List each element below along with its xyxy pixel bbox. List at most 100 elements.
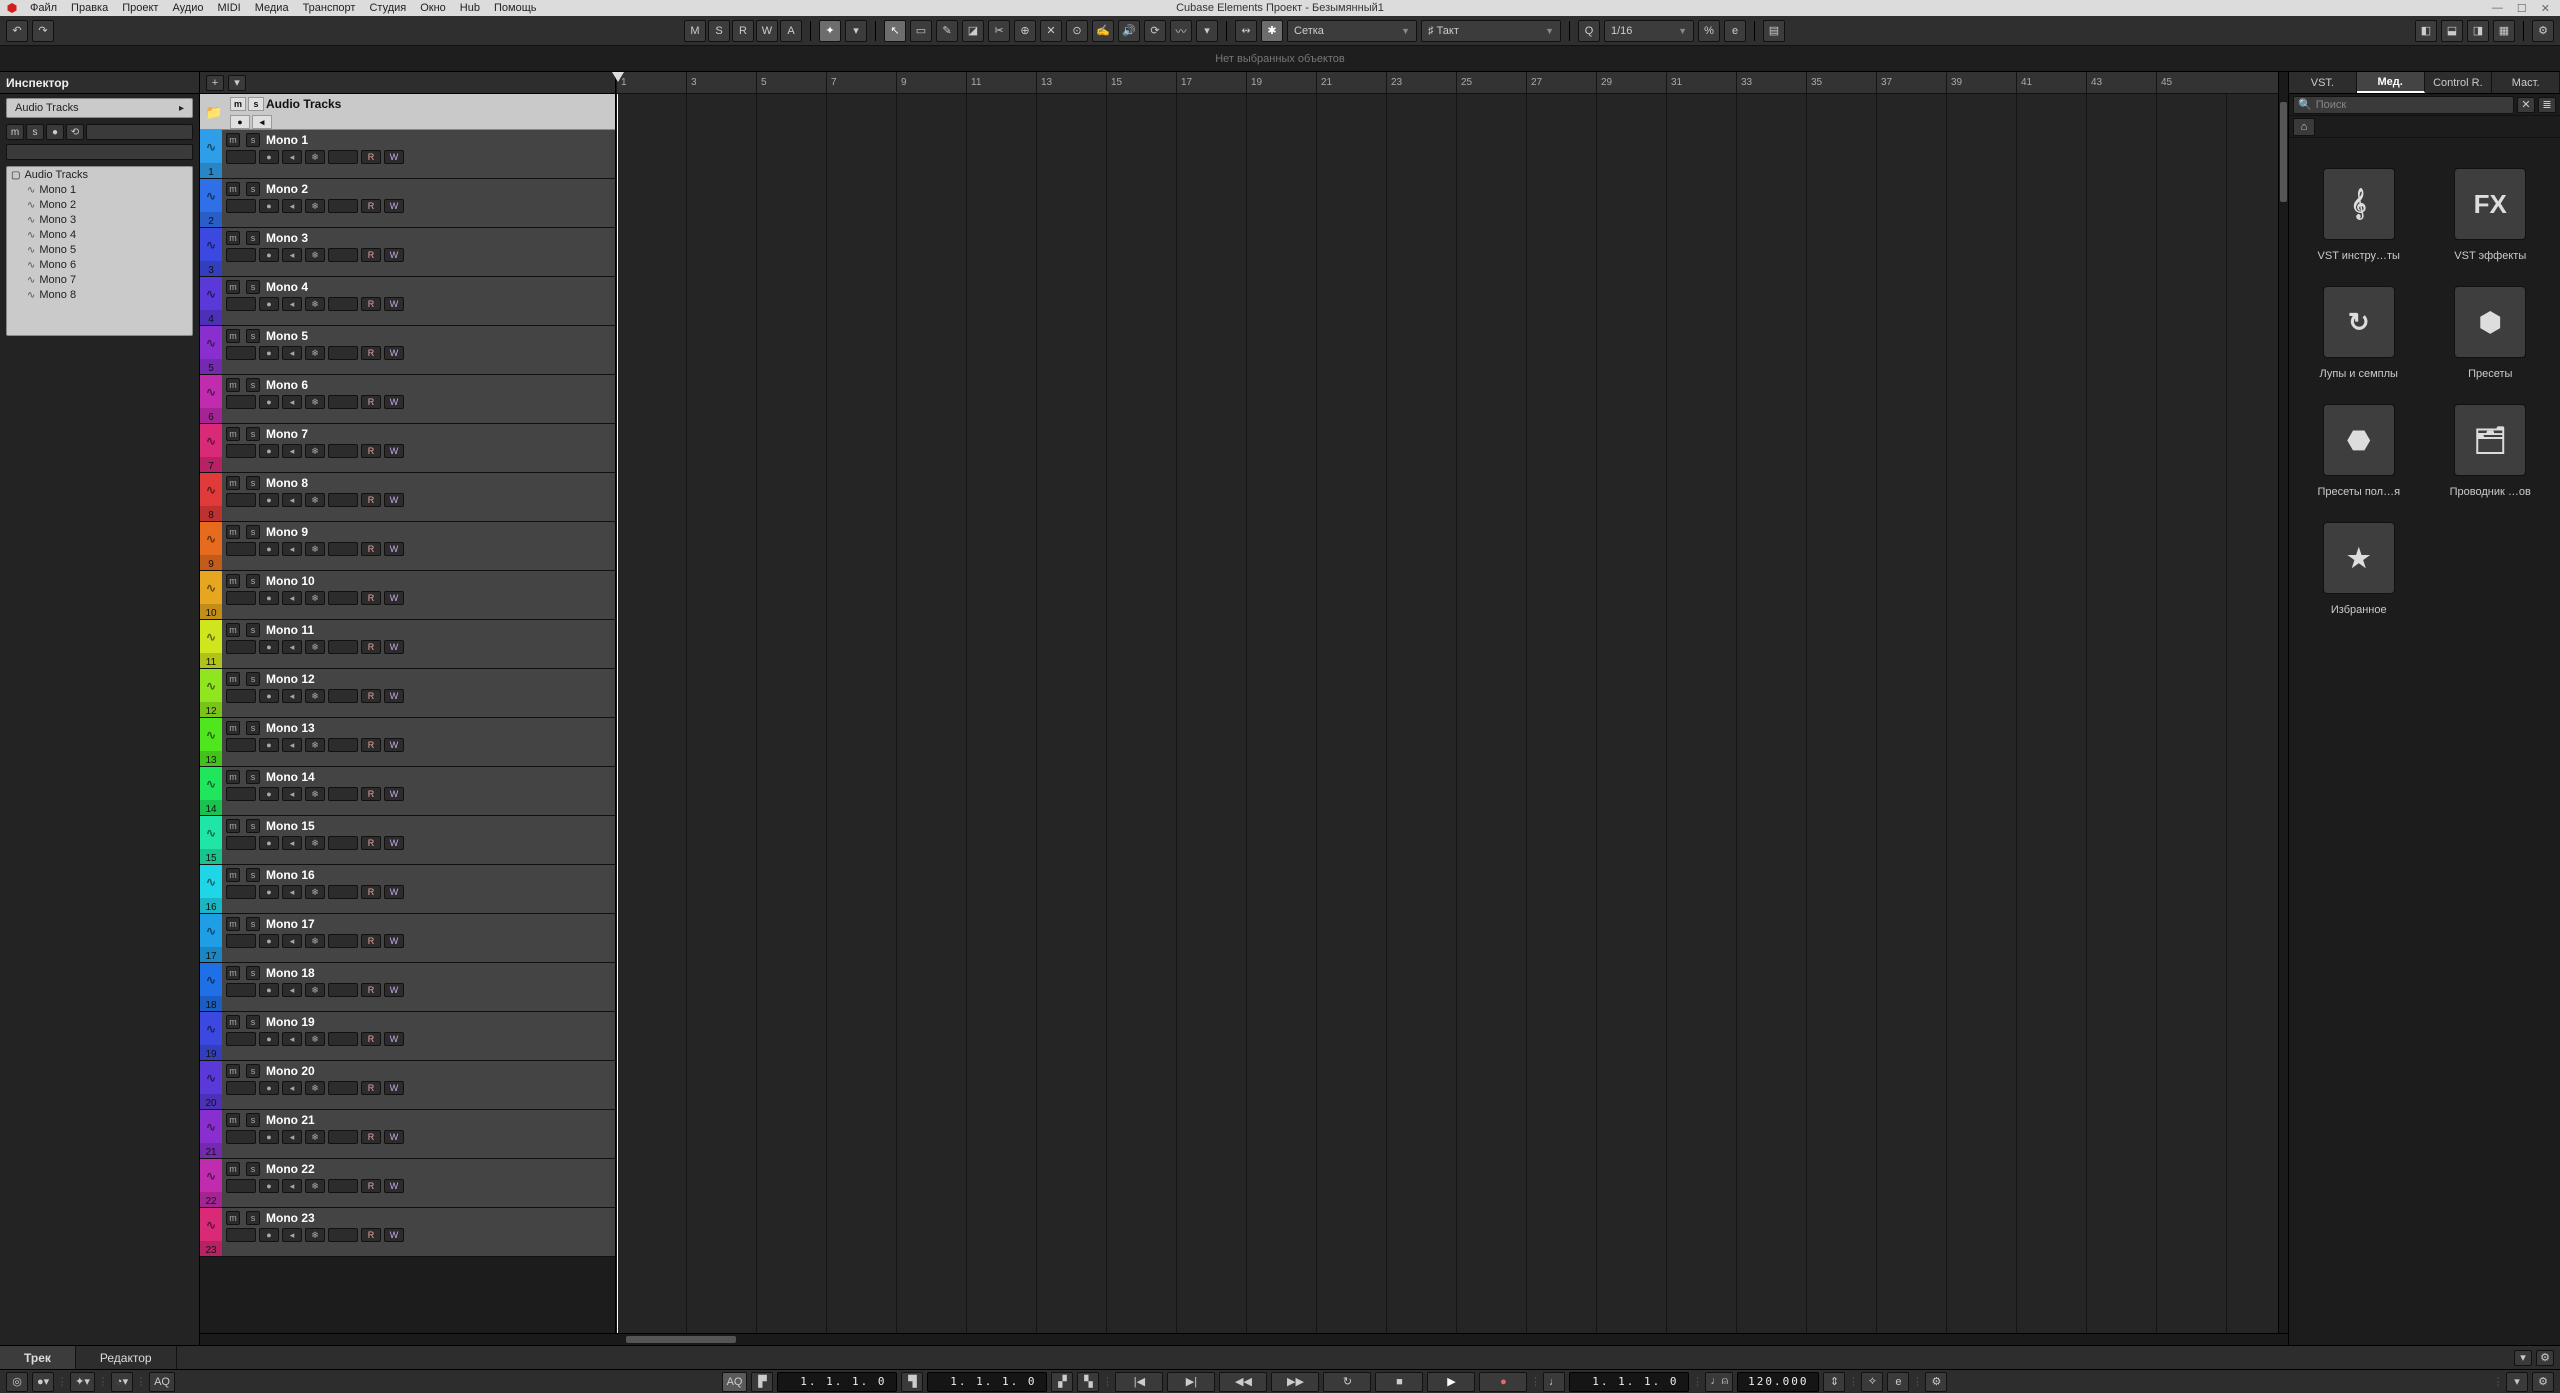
menu-правка[interactable]: Правка [65,2,114,14]
track-lane-chip[interactable] [328,836,358,850]
track-freeze-button[interactable]: ❄ [305,1179,325,1193]
track-freeze-button[interactable]: ❄ [305,934,325,948]
ruler-tick[interactable]: 11 [966,72,1036,93]
track-write-button[interactable]: W [384,640,404,654]
track-lane-chip[interactable] [328,591,358,605]
track-mute-button[interactable]: m [226,476,240,490]
track-record-enable[interactable]: ● [259,1130,279,1144]
track-monitor-button[interactable]: ◂ [282,1179,302,1193]
quantize-apply-button[interactable]: Q [1578,20,1600,42]
tool-mute-button[interactable]: ✕ [1040,20,1062,42]
track-monitor-button[interactable]: ◂ [282,983,302,997]
track-mute-button[interactable]: m [226,231,240,245]
track-name[interactable]: Mono 10 [266,574,315,588]
track-monitor-button[interactable]: ◂ [282,934,302,948]
track-solo-button[interactable]: s [246,1211,260,1225]
track-row[interactable]: ∿6msMono 6●◂❄RW [200,375,615,424]
track-monitor-button[interactable]: ◂ [282,1130,302,1144]
media-home-button[interactable]: ⌂ [2293,118,2315,136]
track-monitor-button[interactable]: ◂ [282,199,302,213]
click-toggle[interactable]: ⟡ [1861,1372,1883,1392]
track-freeze-button[interactable]: ❄ [305,542,325,556]
track-freeze-button[interactable]: ❄ [305,297,325,311]
global-w-button[interactable]: W [756,20,778,42]
lower-settings-button[interactable]: ⚙ [2536,1350,2554,1366]
tool-erase-button[interactable]: ◪ [962,20,984,42]
track-input-chip[interactable] [226,1081,256,1095]
track-row[interactable]: ∿8msMono 8●◂❄RW [200,473,615,522]
tool-range-button[interactable]: ▭ [910,20,932,42]
transport-rewind[interactable]: ◀◀ [1219,1372,1267,1392]
track-write-button[interactable]: W [384,591,404,605]
menu-hub[interactable]: Hub [454,2,486,14]
zone-left-toggle[interactable]: ◧ [2415,20,2437,42]
lower-tab[interactable]: Трек [0,1346,76,1369]
menu-аудио[interactable]: Аудио [166,2,209,14]
track-mute-button[interactable]: m [226,672,240,686]
lower-expand-button[interactable]: ▾ [2506,1372,2528,1392]
track-read-button[interactable]: R [361,885,381,899]
track-name[interactable]: Mono 11 [266,623,314,637]
media-category[interactable]: ⬣Пресеты пол…я [2309,404,2409,498]
track-name[interactable]: Mono 3 [266,231,308,245]
tree-item[interactable]: Mono 6 [23,258,192,273]
ruler-tick[interactable]: 5 [756,72,826,93]
track-write-button[interactable]: W [384,542,404,556]
track-mute-button[interactable]: m [226,623,240,637]
track-mute-button[interactable]: m [226,770,240,784]
ruler-tick[interactable]: 1 [616,72,686,93]
global-m-button[interactable]: M [684,20,706,42]
track-lane-chip[interactable] [328,885,358,899]
track-freeze-button[interactable]: ❄ [305,199,325,213]
track-record-enable[interactable]: ● [259,444,279,458]
track-monitor-button[interactable]: ◂ [282,1228,302,1242]
track-mute-button[interactable]: m [226,182,240,196]
track-write-button[interactable]: W [384,1081,404,1095]
track-record-enable[interactable]: ● [259,1179,279,1193]
track-row[interactable]: ∿3msMono 3●◂❄RW [200,228,615,277]
track-record-enable[interactable]: ● [259,689,279,703]
track-name[interactable]: Mono 8 [266,476,308,490]
track-freeze-button[interactable]: ❄ [305,1081,325,1095]
add-track-menu[interactable]: ▾ [228,75,246,91]
track-input-chip[interactable] [226,1032,256,1046]
track-solo-button[interactable]: s [246,1162,260,1176]
track-row[interactable]: ∿12msMono 12●◂❄RW [200,669,615,718]
track-record-enable[interactable]: ● [259,1228,279,1242]
track-monitor-button[interactable]: ◂ [282,248,302,262]
track-input-chip[interactable] [226,493,256,507]
track-name[interactable]: Mono 16 [266,868,315,882]
track-lane-chip[interactable] [328,297,358,311]
media-category[interactable]: FXVST эффекты [2441,168,2541,262]
track-freeze-button[interactable]: ❄ [305,738,325,752]
track-mute-button[interactable]: m [226,1064,240,1078]
track-name[interactable]: Mono 9 [266,525,308,539]
tempo-display[interactable]: 120.000 [1737,1372,1819,1392]
precount-toggle[interactable]: e [1887,1372,1909,1392]
transport-cycle[interactable]: ↻ [1323,1372,1371,1392]
ruler-tick[interactable]: 13 [1036,72,1106,93]
track-name[interactable]: Mono 13 [266,721,315,735]
track-monitor-button[interactable]: ◂ [282,395,302,409]
track-mute-button[interactable]: m [226,721,240,735]
aq-indicator[interactable]: AQ [722,1372,748,1392]
tree-item[interactable]: Mono 3 [23,213,192,228]
tool-zoom-button[interactable]: ⊙ [1066,20,1088,42]
media-category[interactable]: ★Избранное [2309,522,2409,616]
ruler-tick[interactable]: 37 [1876,72,1946,93]
track-read-button[interactable]: R [361,640,381,654]
track-read-button[interactable]: R [361,591,381,605]
track-mute-button[interactable]: m [226,868,240,882]
nudge-button[interactable]: ↭ [1235,20,1257,42]
track-write-button[interactable]: W [384,885,404,899]
track-input-chip[interactable] [226,150,256,164]
track-row[interactable]: ∿18msMono 18●◂❄RW [200,963,615,1012]
track-solo-button[interactable]: s [246,476,260,490]
media-category[interactable]: 𝄞VST инстру…ты [2309,168,2409,262]
track-freeze-button[interactable]: ❄ [305,1032,325,1046]
track-write-button[interactable]: W [384,738,404,752]
media-search-input[interactable]: 🔍 Поиск [2293,96,2514,114]
track-solo-button[interactable]: s [246,770,260,784]
tree-item[interactable]: Mono 1 [23,183,192,198]
track-name[interactable]: Mono 23 [266,1211,315,1225]
